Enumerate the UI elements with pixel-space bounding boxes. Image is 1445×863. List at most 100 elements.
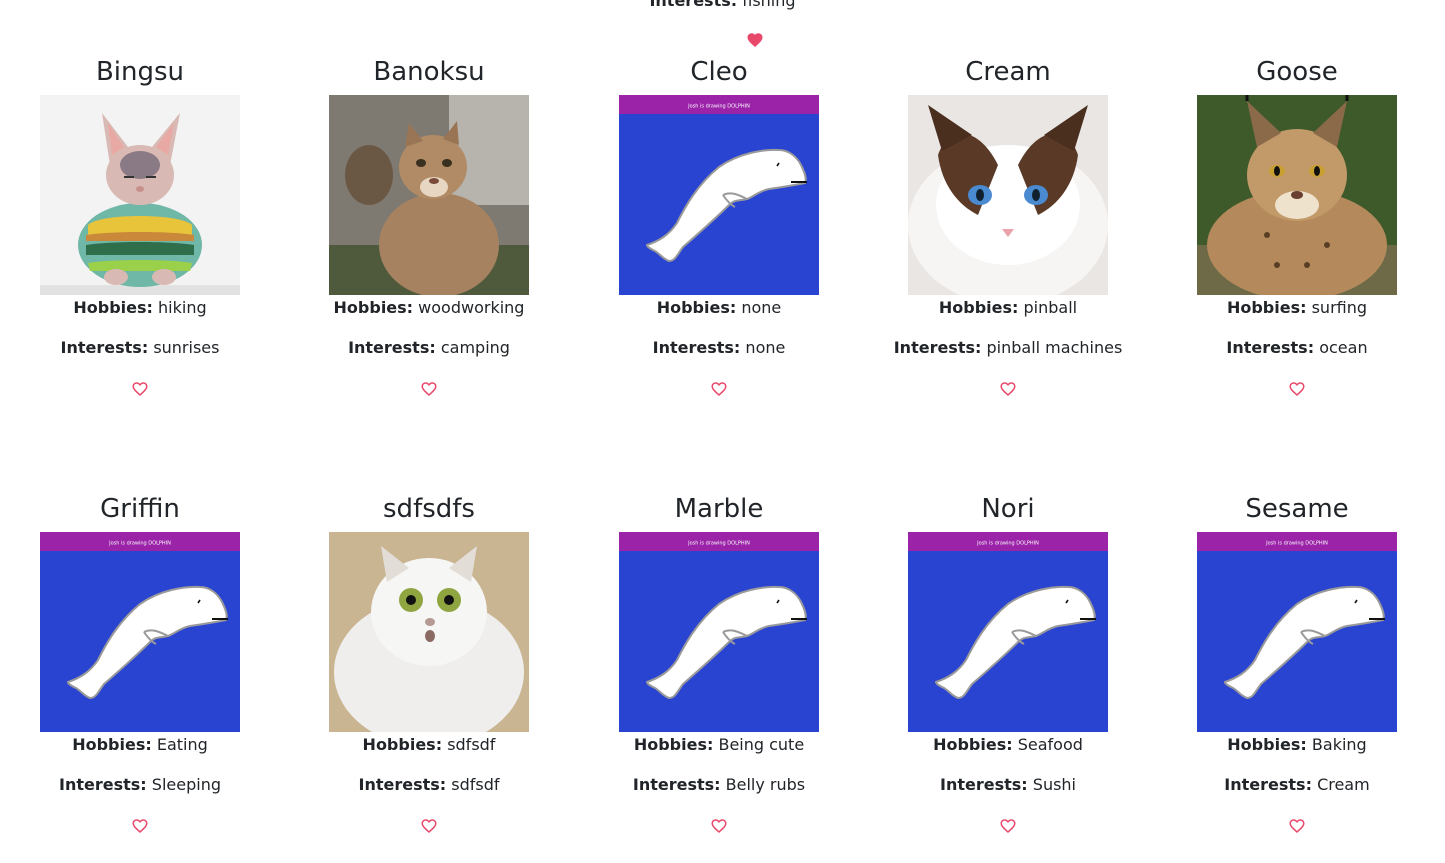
pet-card-griffin: Griffin Josh is drawing DOLPHIN Hobbies:… xyxy=(10,492,270,835)
interests-line: Interests: camping xyxy=(299,338,559,358)
interests-label: Interests: xyxy=(1226,338,1315,357)
svg-text:Josh is drawing DOLPHIN: Josh is drawing DOLPHIN xyxy=(108,541,171,547)
pet-card-bingsu: Bingsu Hobbies: hiking Interests: sunris… xyxy=(10,55,270,398)
heart-outline-icon[interactable] xyxy=(710,817,728,835)
hobbies-line: Hobbies: Baking xyxy=(1167,735,1427,755)
hobbies-label: Hobbies: xyxy=(333,298,414,317)
svg-text:Josh is drawing DOLPHIN: Josh is drawing DOLPHIN xyxy=(687,104,750,110)
interests-line: Interests: ocean xyxy=(1167,338,1427,358)
hobbies-value: Baking xyxy=(1311,735,1367,754)
interests-value: pinball machines xyxy=(986,338,1123,357)
pet-name: sdfsdfs xyxy=(383,494,475,524)
persian-cat-photo xyxy=(329,532,529,732)
interests-label: Interests: xyxy=(632,775,721,794)
hobbies-line: Hobbies: woodworking xyxy=(299,298,559,318)
heart-outline-icon[interactable] xyxy=(420,817,438,835)
hobbies-value: Being cute xyxy=(718,735,805,754)
svg-text:Josh is drawing DOLPHIN: Josh is drawing DOLPHIN xyxy=(687,541,750,547)
interests-line: Interests: Belly rubs xyxy=(589,775,849,795)
dolphin-drawing: Josh is drawing DOLPHIN xyxy=(40,532,240,732)
interests-value: Cream xyxy=(1317,775,1370,794)
interests-value: Sleeping xyxy=(151,775,221,794)
interests-label: Interests: xyxy=(60,338,149,357)
interests-label: Interests: xyxy=(940,775,1028,794)
hobbies-label: Hobbies: xyxy=(73,298,153,317)
interests-value: Sushi xyxy=(1032,775,1076,794)
hobbies-value: woodworking xyxy=(418,298,525,317)
hobbies-line: Hobbies: sdfsdf xyxy=(299,735,559,755)
interests-line: Interests: Cream xyxy=(1167,775,1427,795)
interests-line: Interests: Sushi xyxy=(878,775,1138,795)
pet-name: Cream xyxy=(965,57,1051,87)
dolphin-drawing: Josh is drawing DOLPHIN xyxy=(619,95,819,295)
dolphin-drawing: Josh is drawing DOLPHIN xyxy=(1197,532,1397,732)
interests-line: Interests: none xyxy=(589,338,849,358)
hobbies-line: Hobbies: Seafood xyxy=(878,735,1138,755)
interests-line: Interests: Sleeping xyxy=(10,775,270,795)
heart-outline-icon[interactable] xyxy=(710,380,728,398)
heart-outline-icon[interactable] xyxy=(1288,380,1306,398)
heart-outline-icon[interactable] xyxy=(420,380,438,398)
pet-name: Sesame xyxy=(1245,494,1349,524)
pet-card-banoksu: Banoksu Hobbies: woodworking Interests: … xyxy=(299,55,559,398)
hobbies-label: Hobbies: xyxy=(1227,735,1307,754)
interests-value: sdfsdf xyxy=(451,775,500,794)
pet-name: Goose xyxy=(1256,57,1338,87)
dolphin-drawing: Josh is drawing DOLPHIN xyxy=(619,532,819,732)
interests-value: camping xyxy=(440,338,510,357)
interests-line: Interests: sunrises xyxy=(10,338,270,358)
dolphin-drawing: Josh is drawing DOLPHIN xyxy=(908,532,1108,732)
hobbies-label: Hobbies: xyxy=(938,298,1019,317)
heart-outline-icon[interactable] xyxy=(131,380,149,398)
hobbies-value: hiking xyxy=(158,298,207,317)
hobbies-label: Hobbies: xyxy=(72,735,152,754)
heart-outline-icon[interactable] xyxy=(131,817,149,835)
pet-card-sdfsdfs: sdfsdfs Hobbies: sdfsdf Interests: sdfsd… xyxy=(299,492,559,835)
hobbies-line: Hobbies: pinball xyxy=(878,298,1138,318)
hobbies-value: pinball xyxy=(1023,298,1078,317)
interests-label: Interests: xyxy=(893,338,982,357)
interests-value: sunrises xyxy=(153,338,220,357)
ragdoll-cat-photo xyxy=(908,95,1108,295)
interests-label: Interests: xyxy=(652,338,741,357)
lynx-photo xyxy=(1197,95,1397,295)
hobbies-line: Hobbies: Being cute xyxy=(589,735,849,755)
svg-text:Josh is drawing DOLPHIN: Josh is drawing DOLPHIN xyxy=(1265,541,1328,547)
interests-label: Interests: xyxy=(1224,775,1312,794)
hobbies-label: Hobbies: xyxy=(362,735,443,754)
pet-name: Griffin xyxy=(100,494,180,524)
hobbies-label: Hobbies: xyxy=(933,735,1013,754)
interests-value: Belly rubs xyxy=(725,775,806,794)
interests-value: none xyxy=(745,338,786,357)
pet-card-goose: Goose Hobbies: surfing Interests: ocean xyxy=(1167,55,1427,398)
hobbies-value: surfing xyxy=(1311,298,1368,317)
interests-line: Interests: sdfsdf xyxy=(299,775,559,795)
svg-text:Josh is drawing DOLPHIN: Josh is drawing DOLPHIN xyxy=(976,541,1039,547)
hobbies-value: Eating xyxy=(156,735,208,754)
pet-name: Cleo xyxy=(690,57,748,87)
pet-card-sesame: Sesame Josh is drawing DOLPHIN Hobbies: … xyxy=(1167,492,1427,835)
pet-card-nori: Nori Josh is drawing DOLPHIN Hobbies: Se… xyxy=(878,492,1138,835)
heart-outline-icon[interactable] xyxy=(999,817,1017,835)
pet-card-grid: Bingsu Hobbies: hiking Interests: sunris… xyxy=(0,0,1445,863)
heart-outline-icon[interactable] xyxy=(1288,817,1306,835)
hobbies-line: Hobbies: surfing xyxy=(1167,298,1427,318)
hobbies-line: Hobbies: Eating xyxy=(10,735,270,755)
sphynx-cat-photo xyxy=(40,95,240,295)
interests-label: Interests: xyxy=(358,775,447,794)
interests-label: Interests: xyxy=(348,338,436,357)
hobbies-line: Hobbies: none xyxy=(589,298,849,318)
interests-label: Interests: xyxy=(59,775,147,794)
pet-name: Banoksu xyxy=(373,57,485,87)
heart-outline-icon[interactable] xyxy=(999,380,1017,398)
hobbies-label: Hobbies: xyxy=(1226,298,1307,317)
pet-name: Nori xyxy=(981,494,1035,524)
pet-name: Bingsu xyxy=(95,57,185,87)
hobbies-value: none xyxy=(741,298,782,317)
pet-card-cream: Cream Hobbies: pinball Interests: pinbal… xyxy=(878,55,1138,398)
pet-name: Marble xyxy=(674,494,764,524)
pet-card-cleo: Cleo Josh is drawing DOLPHIN Hobbies: no… xyxy=(589,55,849,398)
hobbies-label: Hobbies: xyxy=(633,735,714,754)
interests-value: ocean xyxy=(1319,338,1368,357)
hobbies-label: Hobbies: xyxy=(656,298,737,317)
